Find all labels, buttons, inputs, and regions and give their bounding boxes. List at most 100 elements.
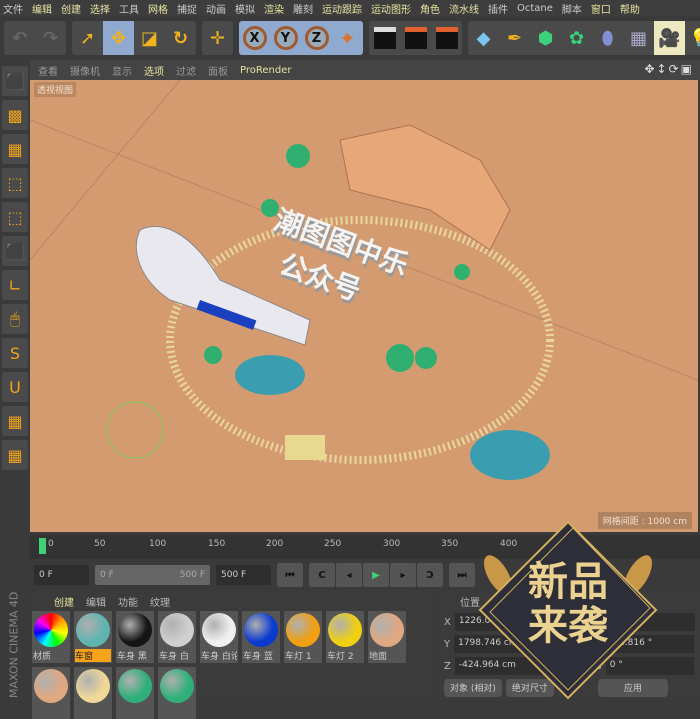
material-swatch[interactable] [116, 667, 154, 719]
viewport-nav-icons[interactable]: ✥↕⟳▣ [644, 62, 694, 76]
viewport-menu: 查看 摄像机 显示 选项 过滤 面板 ProRender ✥↕⟳▣ [30, 60, 700, 80]
play-icon[interactable]: ▶ [363, 563, 389, 587]
rotate-tool-icon[interactable]: ↻ [165, 21, 196, 55]
menu-select[interactable]: 选择 [90, 1, 110, 16]
prev-key-icon[interactable]: C [309, 563, 335, 587]
polygons-mode-icon[interactable]: ⬛ [2, 236, 28, 266]
menu-animate[interactable]: 动画 [206, 1, 226, 16]
snap-icon[interactable]: S [2, 338, 28, 368]
points-mode-icon[interactable]: ⬚ [2, 168, 28, 198]
camera-icon[interactable]: 🎥 [654, 21, 685, 55]
tick: 0 [48, 539, 54, 549]
cube-icon[interactable]: ◆ [468, 21, 499, 55]
cloner-icon[interactable]: ✿ [561, 21, 592, 55]
coordinate-system-icon[interactable]: ⌖ [332, 21, 363, 55]
material-swatch[interactable]: 车灯 2 [326, 611, 364, 663]
menu-pipeline[interactable]: 流水线 [449, 1, 479, 16]
workplane-icon[interactable]: ▦ [2, 134, 28, 164]
render-view-icon[interactable] [369, 21, 400, 55]
material-swatch[interactable]: 车身 黑 [116, 611, 154, 663]
material-name: 车身 黑 [117, 652, 147, 662]
go-to-start-icon[interactable]: ⏮ [277, 563, 303, 587]
x-axis-icon[interactable]: X [239, 21, 270, 55]
edges-mode-icon[interactable]: ⬚ [2, 202, 28, 232]
material-manager: 创建 编辑 功能 纹理 材质 车窗 车身 黑 车身 白 车身 白论 车身 蓝 车灯 1 车灯 … [30, 591, 438, 719]
mat-tab-create[interactable]: 创建 [54, 594, 74, 609]
playhead[interactable] [39, 538, 46, 554]
undo-icon[interactable]: ↶ [4, 21, 35, 55]
menu-plugins[interactable]: 插件 [488, 1, 508, 16]
tree [386, 344, 414, 372]
menu-tools[interactable]: 工具 [119, 1, 139, 16]
menu-simulate[interactable]: 模拟 [235, 1, 255, 16]
next-key-icon[interactable]: Ↄ [417, 563, 443, 587]
menu-sculpt[interactable]: 雕刻 [293, 1, 313, 16]
prev-frame-icon[interactable]: ◂ [336, 563, 362, 587]
end-frame-field[interactable]: 500 F [216, 565, 271, 585]
material-preview [160, 669, 194, 703]
planar-workplane-icon[interactable]: ▦ [2, 440, 28, 470]
viewport-menu-display[interactable]: 显示 [112, 63, 132, 78]
z-axis-icon[interactable]: Z [301, 21, 332, 55]
menu-file[interactable]: 文件 [3, 1, 23, 16]
move-tool-icon[interactable]: ✥ [103, 21, 134, 55]
viewport[interactable]: 潮图图中乐 公众号 透视视图 网格间距 : 1000 cm [30, 80, 698, 532]
pond [470, 430, 550, 480]
magnet-icon[interactable]: U [2, 372, 28, 402]
transform-tool-icon[interactable]: ✛ [202, 21, 233, 55]
menu-mesh[interactable]: 网格 [148, 1, 168, 16]
mat-tab-texture[interactable]: 纹理 [150, 594, 170, 609]
viewport-menu-prorender[interactable]: ProRender [240, 65, 291, 76]
lock-workplane-icon[interactable]: ▦ [2, 406, 28, 436]
scale-tool-icon[interactable]: ◪ [134, 21, 165, 55]
redo-icon[interactable]: ↷ [35, 21, 66, 55]
viewport-menu-view[interactable]: 查看 [38, 63, 58, 78]
axis-mode-icon[interactable]: ∟ [2, 270, 28, 300]
position-header: 位置 [460, 598, 480, 609]
range-slider[interactable]: 0 F 500 F [95, 565, 210, 585]
menu-create[interactable]: 创建 [61, 1, 81, 16]
light-icon[interactable]: 💡 [685, 21, 700, 55]
material-swatch[interactable] [32, 667, 70, 719]
render-picture-viewer-icon[interactable] [400, 21, 431, 55]
current-frame-field[interactable]: 0 F [34, 565, 89, 585]
subdivision-icon[interactable]: ⬢ [530, 21, 561, 55]
go-to-end-icon[interactable]: ⏭ [449, 563, 475, 587]
material-swatch[interactable]: 材质 [32, 611, 70, 663]
material-swatch[interactable]: 车身 白 [158, 611, 196, 663]
texture-mode-icon[interactable]: ▩ [2, 100, 28, 130]
menu-snap[interactable]: 捕捉 [177, 1, 197, 16]
pen-icon[interactable]: ✒ [499, 21, 530, 55]
viewport-menu-filter[interactable]: 过滤 [176, 63, 196, 78]
mat-tab-edit[interactable]: 编辑 [86, 594, 106, 609]
menu-motion-tracking[interactable]: 运动跟踪 [322, 1, 362, 16]
menu-window[interactable]: 窗口 [591, 1, 611, 16]
mat-tab-function[interactable]: 功能 [118, 594, 138, 609]
menu-help[interactable]: 帮助 [620, 1, 640, 16]
menu-edit[interactable]: 编辑 [32, 1, 52, 16]
material-swatch[interactable]: 车身 蓝 [242, 611, 280, 663]
next-frame-icon[interactable]: ▸ [390, 563, 416, 587]
viewport-menu-options[interactable]: 选项 [144, 63, 164, 78]
deformer-icon[interactable]: ⬮ [592, 21, 623, 55]
material-preview [34, 613, 68, 647]
floor-icon[interactable]: ▦ [623, 21, 654, 55]
material-swatch[interactable]: 车窗 [74, 611, 112, 663]
viewport-menu-camera[interactable]: 摄像机 [70, 63, 100, 78]
y-axis-icon[interactable]: Y [270, 21, 301, 55]
tweak-mode-icon[interactable]: 🖱 [2, 304, 28, 334]
menu-render[interactable]: 渲染 [264, 1, 284, 16]
menu-character[interactable]: 角色 [420, 1, 440, 16]
render-settings-icon[interactable] [431, 21, 462, 55]
material-swatch[interactable]: 车灯 1 [284, 611, 322, 663]
material-swatch[interactable]: 车身 白论 [200, 611, 238, 663]
material-swatch[interactable] [74, 667, 112, 719]
menu-script[interactable]: 脚本 [562, 1, 582, 16]
select-tool-icon[interactable]: ➚ [72, 21, 103, 55]
menu-mograph[interactable]: 运动图形 [371, 1, 411, 16]
menu-octane[interactable]: Octane [517, 3, 553, 14]
model-mode-icon[interactable]: ⬛ [2, 66, 28, 96]
material-swatch[interactable] [158, 667, 196, 719]
viewport-menu-panel[interactable]: 面板 [208, 63, 228, 78]
material-swatch[interactable]: 地面 [368, 611, 406, 663]
